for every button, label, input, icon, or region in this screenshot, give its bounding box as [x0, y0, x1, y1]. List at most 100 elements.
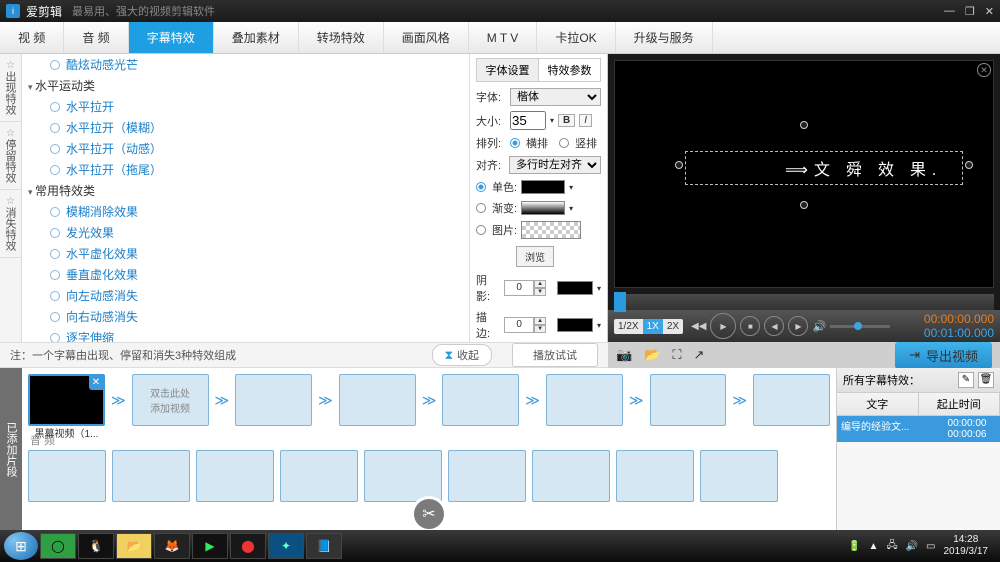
taskbar-app-6[interactable]: ⬤	[230, 533, 266, 559]
speed-toggle[interactable]: 1/2X 1X 2X	[614, 319, 683, 334]
align-select[interactable]: 多行时左对齐	[509, 156, 601, 174]
volume-icon[interactable]: 🔊	[812, 320, 826, 333]
transition-icon[interactable]: ≫	[215, 392, 230, 409]
subtitle-bounding-box[interactable]: ⟹文 舜 效 果.	[685, 151, 963, 185]
snapshot-icon[interactable]: 📷	[616, 347, 632, 363]
share-icon[interactable]: ↗	[693, 347, 704, 363]
tab-karaoke[interactable]: 卡拉OK	[537, 22, 615, 53]
tab-video[interactable]: 视 频	[0, 22, 64, 53]
step-back-button[interactable]: ◀	[764, 316, 784, 336]
step-fwd-button[interactable]: ▶	[788, 316, 808, 336]
effect-tree[interactable]: 酷炫动感光芒水平运动类水平拉开水平拉开（模糊）水平拉开（动感）水平拉开（拖尾）常…	[22, 54, 470, 342]
video-slot[interactable]	[339, 374, 416, 426]
video-slot[interactable]: 双击此处添加视频	[132, 374, 209, 426]
folder-icon[interactable]: 📂	[644, 347, 660, 363]
cut-button[interactable]: ✂	[411, 496, 447, 530]
scrub-handle[interactable]	[614, 292, 626, 312]
radio-gradient[interactable]	[476, 203, 486, 213]
tree-item[interactable]: 水平虚化效果	[22, 243, 469, 264]
window-close-button[interactable]: ✕	[985, 5, 994, 18]
tree-item[interactable]: 模糊消除效果	[22, 201, 469, 222]
radio-picture[interactable]	[476, 225, 486, 235]
tab-upgrade[interactable]: 升级与服务	[616, 22, 713, 53]
video-slot[interactable]	[235, 374, 312, 426]
playtest-button[interactable]: 播放试试	[512, 343, 598, 367]
stroke-color[interactable]	[557, 318, 593, 332]
resize-handle-b[interactable]	[800, 201, 808, 209]
tab-subtitle-fx[interactable]: 字幕特效	[129, 22, 214, 53]
tree-item[interactable]: 发光效果	[22, 222, 469, 243]
tray-battery-icon[interactable]: 🔋	[848, 541, 860, 552]
transition-icon[interactable]: ≫	[629, 392, 644, 409]
collapse-button[interactable]: ⧗收起	[432, 344, 492, 366]
preview-scrub-track[interactable]	[614, 294, 994, 310]
taskbar-app-8[interactable]: 📘	[306, 533, 342, 559]
audio-slot[interactable]	[364, 450, 442, 502]
tree-item[interactable]: 水平拉开（动感）	[22, 138, 469, 159]
audio-slot[interactable]	[532, 450, 610, 502]
audio-slot[interactable]	[196, 450, 274, 502]
tab-mtv[interactable]: M T V	[469, 22, 538, 53]
fxlist-row[interactable]: 编导的经验文... 00:00:0000:00:06	[837, 416, 1000, 442]
tree-item[interactable]: 酷炫动感光芒	[22, 54, 469, 75]
stop-button[interactable]: ■	[740, 316, 760, 336]
transition-icon[interactable]: ≫	[111, 392, 126, 409]
tree-category[interactable]: 水平运动类	[22, 75, 469, 96]
tab-overlay[interactable]: 叠加素材	[214, 22, 299, 53]
size-input[interactable]	[510, 111, 546, 130]
italic-button[interactable]: I	[579, 114, 592, 127]
shadow-color[interactable]	[557, 281, 593, 295]
browse-button[interactable]: 浏览	[516, 246, 554, 267]
audio-slot[interactable]	[112, 450, 190, 502]
tray-volume-icon[interactable]: 🔊	[906, 541, 918, 552]
window-maximize-button[interactable]: ❐	[965, 5, 975, 18]
stroke-spin[interactable]: 0▲▼	[504, 317, 546, 333]
bold-button[interactable]: B	[558, 114, 575, 127]
taskbar-app-5[interactable]: ▶	[192, 533, 228, 559]
sidetab-stay[interactable]: ☆停留特效	[0, 122, 21, 190]
shadow-spin[interactable]: 0▲▼	[504, 280, 546, 296]
audio-slot[interactable]	[28, 450, 106, 502]
export-button[interactable]: ⇥导出视频	[895, 342, 992, 369]
tray-network-icon[interactable]: 🖧	[886, 538, 897, 555]
tray-lang-icon[interactable]: ▭	[926, 541, 935, 552]
tab-style[interactable]: 画面风格	[384, 22, 469, 53]
play-button[interactable]: ▶	[710, 313, 736, 339]
transition-icon[interactable]: ≫	[318, 392, 333, 409]
audio-slot[interactable]	[448, 450, 526, 502]
system-tray[interactable]: 🔋 ▲ 🖧 🔊 ▭ 14:282019/3/17	[848, 534, 996, 558]
fp-tab-params[interactable]: 特效参数	[539, 59, 600, 81]
tree-item[interactable]: 向右动感消失	[22, 306, 469, 327]
window-minimize-button[interactable]: —	[944, 5, 955, 18]
tree-item[interactable]: 垂直虚化效果	[22, 264, 469, 285]
col-text[interactable]: 文字	[837, 393, 919, 415]
close-icon[interactable]: ✕	[977, 63, 991, 77]
sidetab-disappear[interactable]: ☆消失特效	[0, 190, 21, 258]
resize-handle-r[interactable]	[965, 161, 973, 169]
col-time[interactable]: 起止时间	[919, 393, 1000, 415]
taskbar-app-4[interactable]: 🦊	[154, 533, 190, 559]
taskbar-app-1[interactable]: ◯	[40, 533, 76, 559]
start-button[interactable]: ⊞	[4, 532, 38, 560]
radio-solid[interactable]	[476, 182, 486, 192]
tree-item[interactable]: 逐字伸缩	[22, 327, 469, 342]
fxlist-delete-icon[interactable]: 🗑	[978, 372, 994, 388]
fp-tab-font[interactable]: 字体设置	[477, 59, 539, 81]
gradient-swatch[interactable]	[521, 201, 565, 215]
sidetab-appear[interactable]: ☆出现特效	[0, 54, 21, 122]
tree-item[interactable]: 水平拉开（拖尾）	[22, 159, 469, 180]
fullscreen-icon[interactable]: ⛶	[672, 347, 681, 363]
picture-swatch[interactable]	[521, 221, 581, 239]
tree-item[interactable]: 水平拉开（模糊）	[22, 117, 469, 138]
video-clip-1[interactable]: ✕ 黑幕视频（1...	[28, 374, 105, 426]
audio-slot[interactable]	[700, 450, 778, 502]
audio-slot[interactable]	[280, 450, 358, 502]
tab-transition[interactable]: 转场特效	[299, 22, 384, 53]
tab-audio[interactable]: 音 频	[64, 22, 128, 53]
clip-remove-icon[interactable]: ✕	[89, 376, 103, 390]
solid-color-swatch[interactable]	[521, 180, 565, 194]
preview-canvas[interactable]: ✕ ⟹文 舜 效 果.	[614, 60, 994, 288]
resize-handle-l[interactable]	[675, 161, 683, 169]
tree-item[interactable]: 向左动感消失	[22, 285, 469, 306]
video-slot[interactable]	[442, 374, 519, 426]
